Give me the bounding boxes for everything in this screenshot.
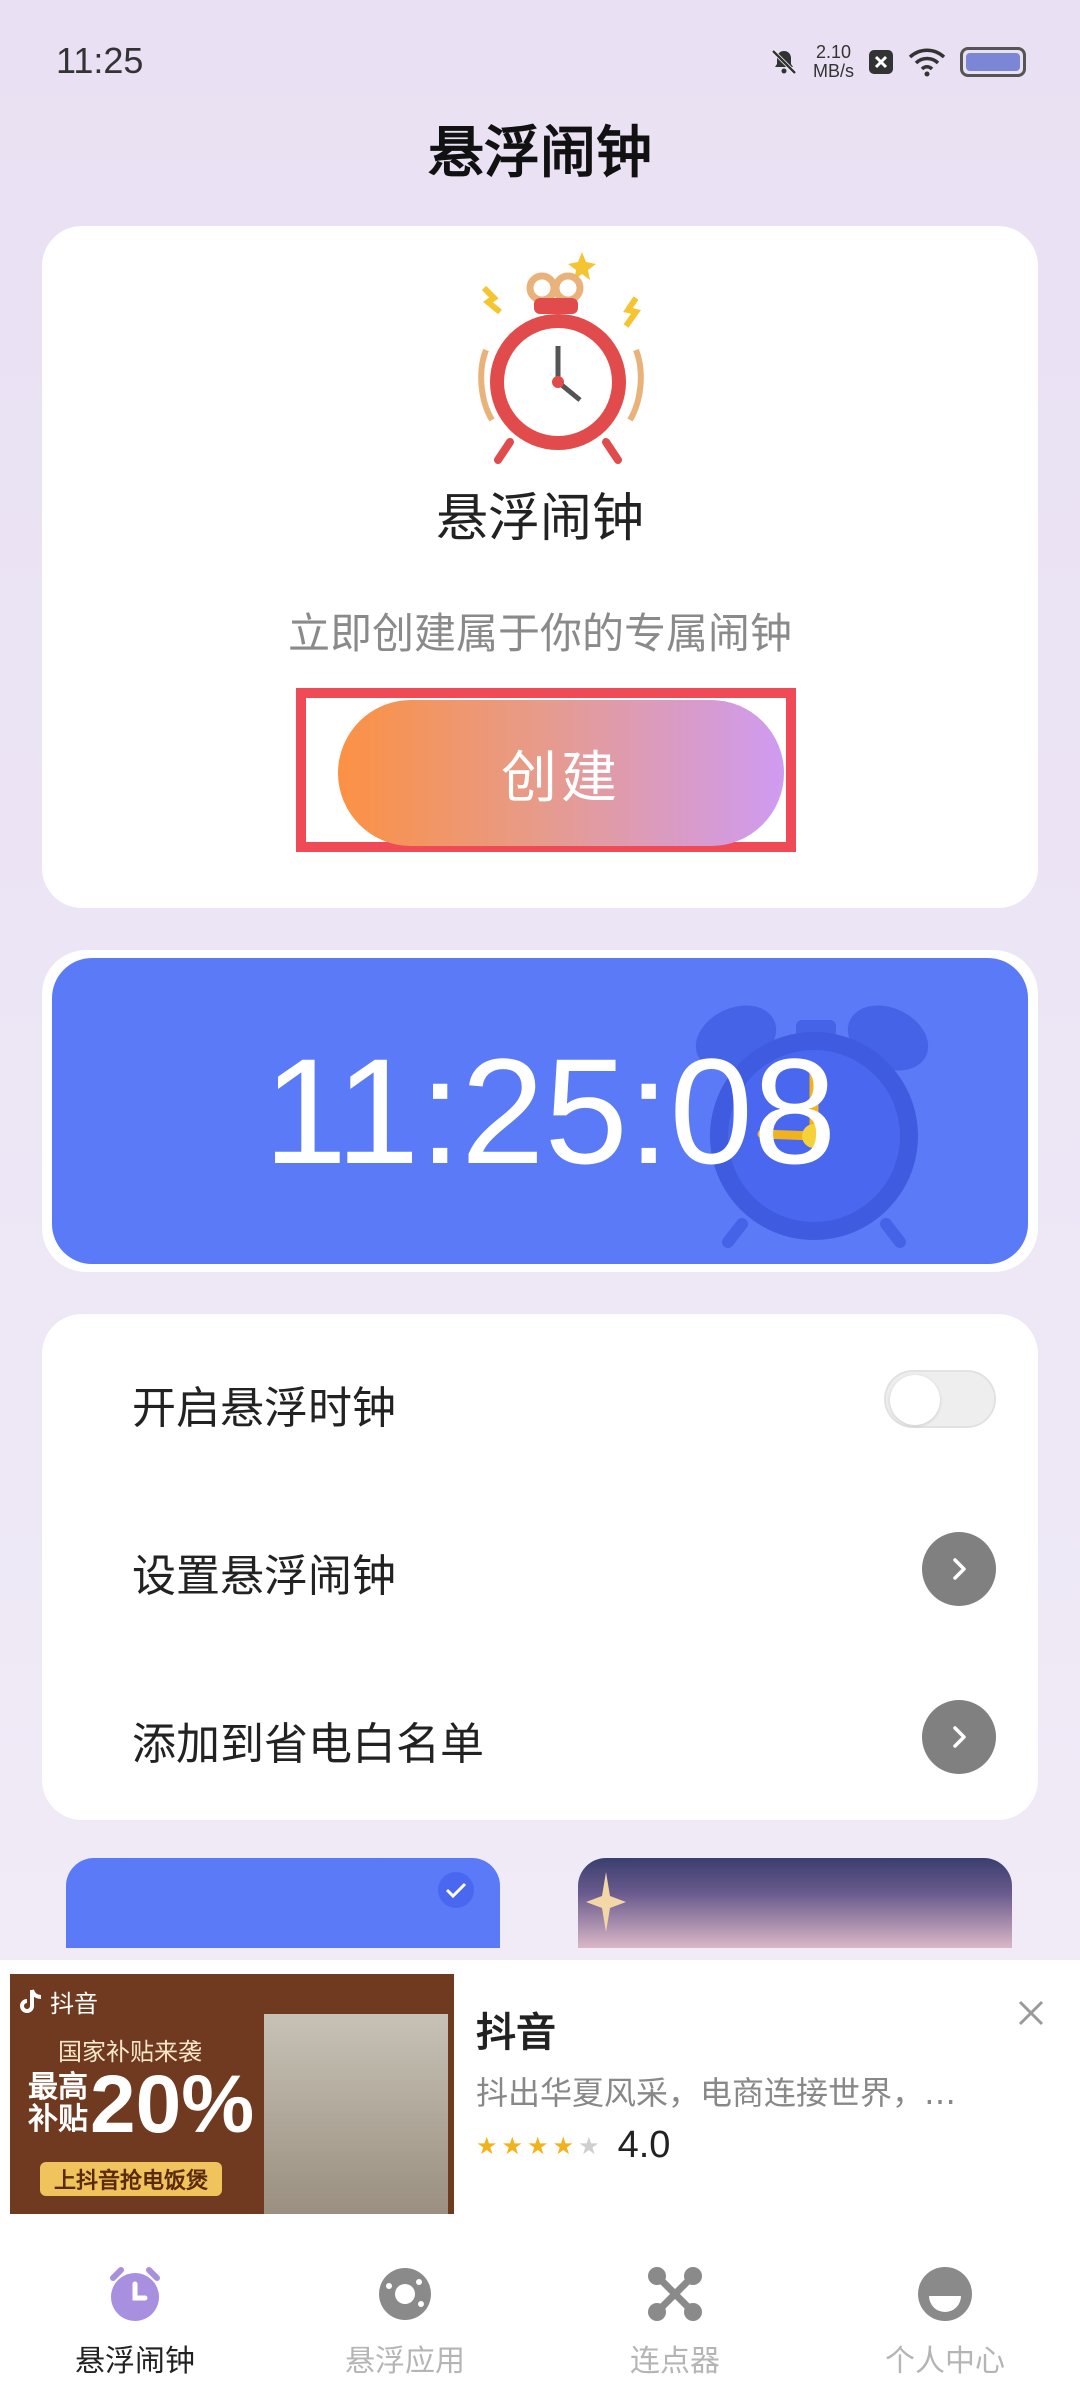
alarm-clock-icon (110, 2267, 160, 2321)
setting-row-floating-alarm[interactable]: 设置悬浮闹钟 (42, 1482, 1038, 1650)
nav-label: 悬浮闹钟 (75, 2344, 195, 2379)
mute-bell-icon (771, 49, 797, 75)
nav-label: 连点器 (630, 2344, 720, 2379)
check-icon (438, 1872, 474, 1908)
setting-row-floating-clock[interactable]: 开启悬浮时钟 (42, 1314, 1038, 1482)
nav-item-profile[interactable]: 个人中心 (810, 2222, 1080, 2408)
star-icon: ★ (476, 2131, 498, 2160)
ad-rating-value: 4.0 (617, 2124, 671, 2166)
setting-row-battery-whitelist[interactable]: 添加到省电白名单 (42, 1650, 1038, 1818)
settings-card: 开启悬浮时钟 设置悬浮闹钟 添加到省电白名单 (42, 1314, 1038, 1820)
douyin-logo-icon (20, 1988, 42, 2013)
star-icon: ★ (527, 2131, 549, 2160)
clock-style-thumbnail-blue[interactable] (66, 1858, 500, 1948)
card-subtitle: 立即创建属于你的专属闹钟 (287, 609, 792, 658)
ad-banner[interactable]: 抖音 国家补贴来袭 最高补贴 20% 上抖音抢电饭煲 抖音 抖出华夏风采，电商连… (0, 1960, 1080, 2222)
page-title: 悬浮闹钟 (428, 121, 652, 186)
nav-item-floating-apps[interactable]: 悬浮应用 (270, 2222, 540, 2408)
connector-icon (648, 2267, 702, 2321)
nav-item-floating-alarm[interactable]: 悬浮闹钟 (0, 2222, 270, 2408)
nav-label: 个人中心 (885, 2344, 1005, 2379)
chevron-right-icon[interactable] (922, 1700, 996, 1774)
network-speed: 2.10 MB/s (813, 43, 854, 81)
setting-label: 添加到省电白名单 (132, 1719, 484, 1770)
status-icons: 2.10 MB/s (769, 38, 1026, 86)
ad-promo-percent: 20% (90, 2059, 255, 2150)
setting-label: 开启悬浮时钟 (132, 1383, 396, 1434)
floating-clock-toggle[interactable] (884, 1370, 996, 1428)
chevron-right-icon[interactable] (922, 1532, 996, 1606)
ad-rating: ★ ★ ★ ★ ★ 4.0 (476, 2124, 670, 2167)
setting-label: 设置悬浮闹钟 (132, 1551, 396, 1602)
network-speed-unit: MB/s (812, 61, 854, 81)
notification-x-icon (869, 50, 893, 74)
ad-app-name: 抖音 (476, 2010, 556, 2056)
clock-style-thumbnail-anime[interactable] (578, 1858, 1012, 1948)
star-empty-icon: ★ (578, 2131, 600, 2160)
ad-image[interactable]: 抖音 国家补贴来袭 最高补贴 20% 上抖音抢电饭煲 (10, 1974, 454, 2214)
ad-brand: 抖音 (50, 1990, 98, 2018)
wifi-icon (908, 48, 946, 77)
floating-clock-preview[interactable]: 11:25:08 (52, 958, 1028, 1264)
create-alarm-card: 悬浮闹钟 立即创建属于你的专属闹钟 创建 (42, 226, 1038, 908)
star-icon: ★ (501, 2131, 524, 2160)
sparkle-icon (586, 1872, 626, 1932)
nav-item-auto-clicker[interactable]: 连点器 (540, 2222, 810, 2408)
ad-product-photo (264, 2014, 448, 2214)
ad-promo-prefix: 最高补贴 (28, 2070, 88, 2137)
donut-icon (379, 2268, 431, 2320)
ad-cta[interactable]: 上抖音抢电饭煲 (40, 2162, 223, 2196)
card-title: 悬浮闹钟 (435, 489, 644, 549)
status-time: 11:25 (56, 40, 144, 81)
ad-logo: 抖音 (18, 1984, 98, 2019)
create-button[interactable]: 创建 (338, 700, 784, 846)
profile-icon (918, 2267, 972, 2321)
bottom-nav: 悬浮闹钟 悬浮应用 连点器 个人中心 (0, 2222, 1080, 2408)
alarm-clock-illustration-icon (478, 252, 644, 464)
nav-label: 悬浮应用 (345, 2344, 465, 2379)
star-icon: ★ (552, 2131, 575, 2160)
close-icon[interactable] (1014, 1996, 1048, 2030)
network-speed-value: 2.10 (815, 42, 852, 62)
clock-time: 11:25:08 (263, 1026, 837, 1195)
battery-icon (960, 47, 1026, 77)
ad-description: 抖出华夏风采，电商连接世界，… (476, 2074, 957, 2112)
